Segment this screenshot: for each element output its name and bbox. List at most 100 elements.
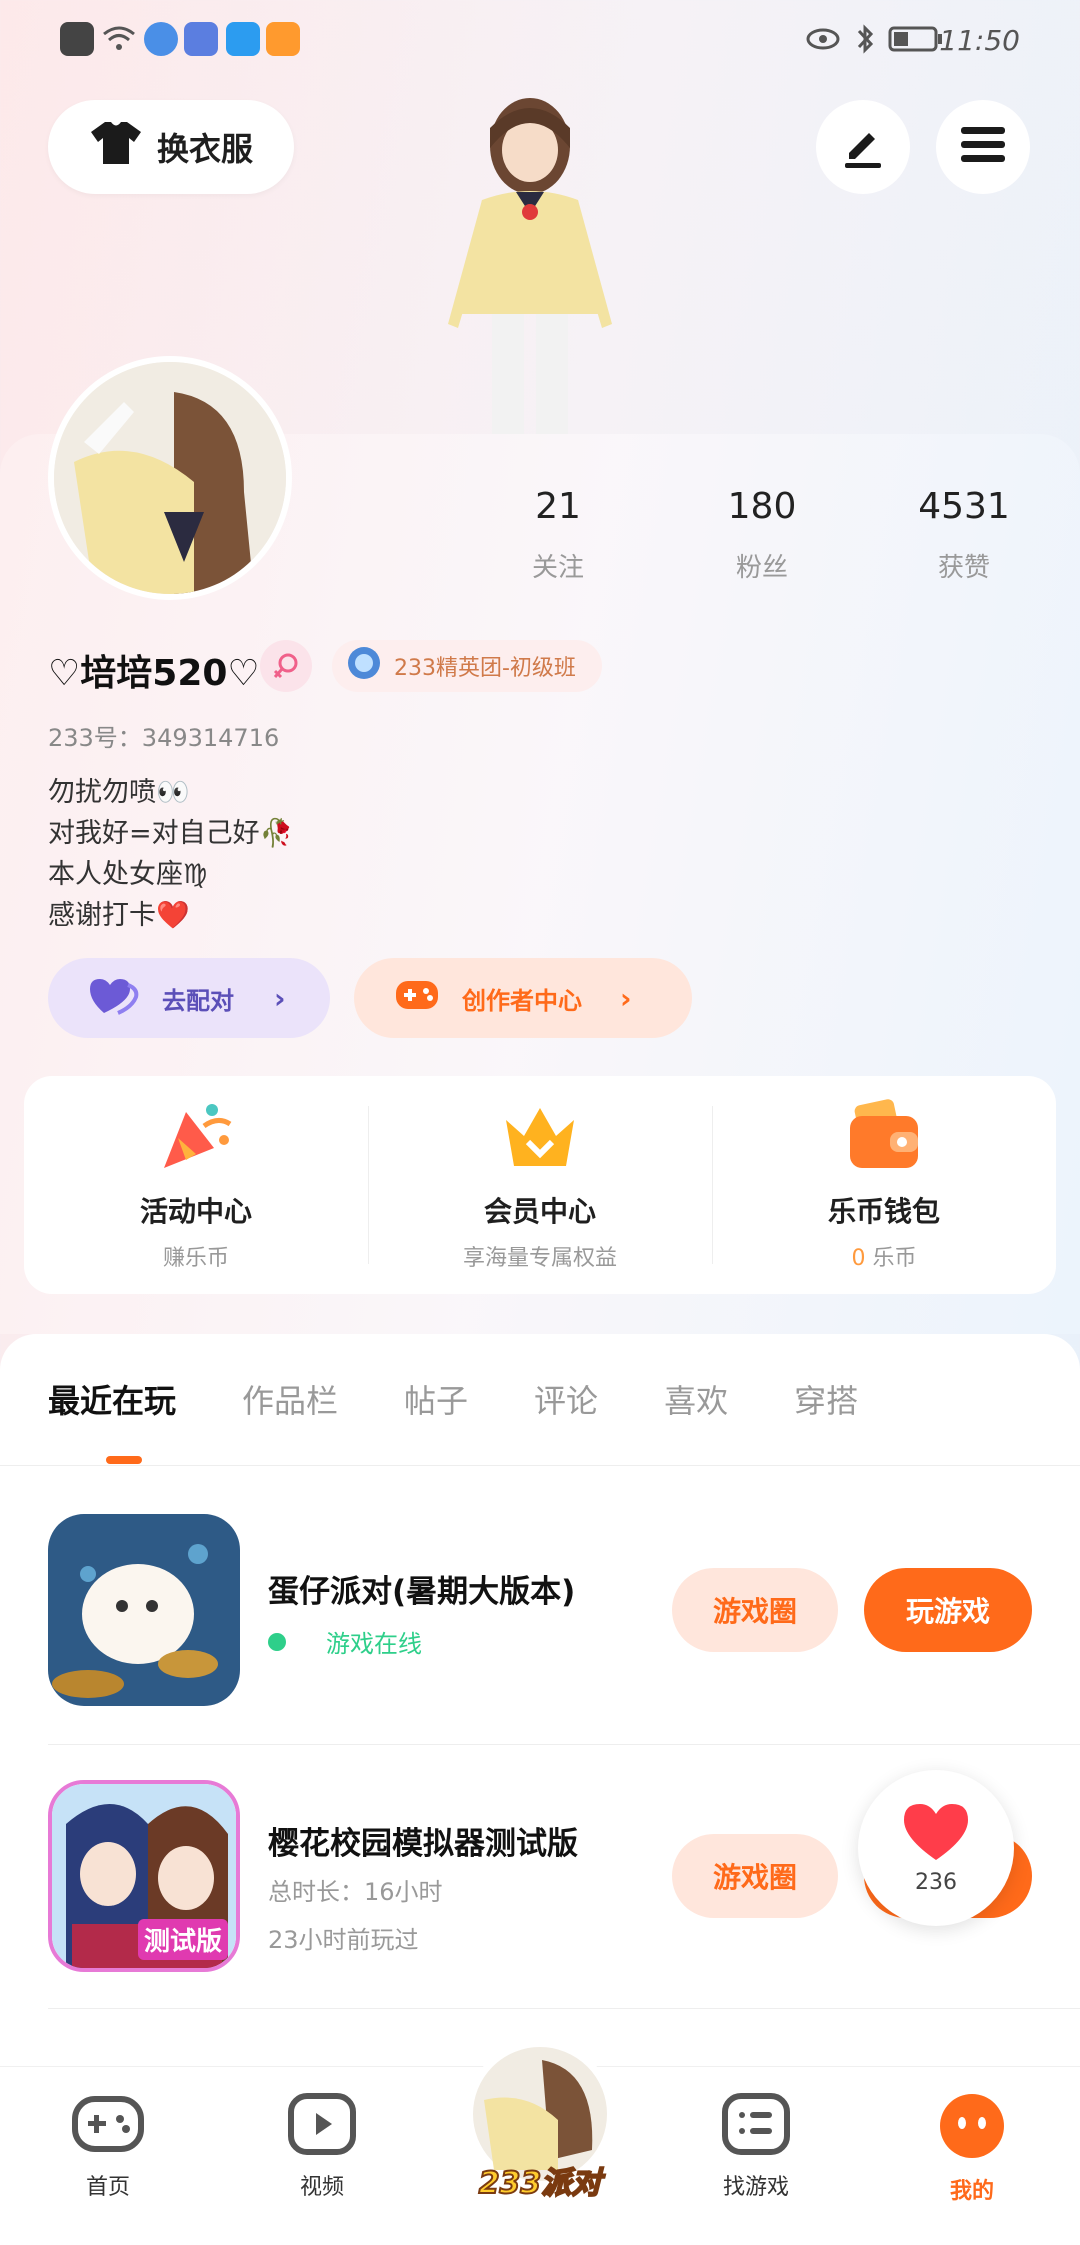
service-title: 活动中心 — [139, 1195, 252, 1228]
service-subtitle: 0 乐币 — [851, 1240, 916, 1272]
online-dot — [268, 1632, 286, 1651]
last-played: 23小时前玩过 — [268, 1926, 419, 1954]
game-icon: 测试版 — [48, 1780, 240, 1972]
eye-icon — [806, 22, 840, 56]
bluetooth-icon — [848, 22, 882, 56]
tab-recent-play[interactable]: 最近在玩 — [48, 1376, 176, 1422]
play-icon — [288, 2093, 356, 2159]
crown-icon — [500, 1098, 580, 1176]
active-tab-indicator — [106, 1456, 142, 1464]
heart-icon — [902, 1802, 970, 1866]
chevron-right-icon: › — [620, 981, 632, 1015]
stat-value: 180 — [727, 486, 797, 527]
nav-home[interactable]: 首页 — [48, 2093, 168, 2201]
tab-posts[interactable]: 帖子 — [404, 1376, 468, 1422]
coin-wallet[interactable]: 乐币钱包 0 乐币 — [712, 1076, 1056, 1294]
online-label: 游戏在线 — [326, 1630, 422, 1658]
play-game-button[interactable]: 玩游戏 — [864, 1568, 1032, 1652]
list-icon — [722, 2093, 790, 2159]
gamepad-icon — [72, 2093, 144, 2159]
divider — [0, 1465, 1080, 1466]
tab-comments[interactable]: 评论 — [534, 1376, 598, 1422]
game-name: 蛋仔派对(暑期大版本) — [268, 1574, 576, 1610]
badge-label: 233精英团-初级班 — [394, 656, 576, 681]
bio-line: 本人处女座♍ — [48, 859, 208, 890]
female-icon — [260, 640, 312, 692]
nav-label: 首页 — [85, 2175, 130, 2200]
edit-button[interactable] — [816, 100, 910, 194]
pair-button[interactable]: 去配对 › — [48, 958, 330, 1038]
menu-button[interactable] — [936, 100, 1030, 194]
service-title: 乐币钱包 — [827, 1195, 940, 1228]
pair-label: 去配对 — [162, 986, 234, 1015]
divider — [48, 1744, 1080, 1745]
nav-label: 视频 — [299, 2175, 344, 2200]
like-count: 236 — [915, 1869, 957, 1895]
bio-line: 对我好=对自己好🥀 — [48, 818, 294, 849]
stat-label: 粉丝 — [735, 553, 788, 583]
party-popper-icon — [156, 1098, 236, 1176]
service-subtitle: 赚乐币 — [162, 1246, 229, 1271]
tshirt-icon — [89, 119, 143, 175]
nav-video[interactable]: 视频 — [262, 2093, 382, 2201]
stat-value: 21 — [535, 486, 581, 527]
service-subtitle: 享海量专属权益 — [462, 1246, 617, 1271]
bio-line: 感谢打卡❤️ — [48, 900, 190, 931]
elite-group-badge[interactable]: 233精英团-初级班 — [332, 640, 602, 692]
medal-icon — [346, 645, 382, 687]
wifi-icon — [102, 22, 136, 56]
dress-up-label: 换衣服 — [156, 130, 253, 168]
stat-label: 关注 — [531, 553, 584, 583]
nav-find-games[interactable]: 找游戏 — [696, 2093, 816, 2201]
character-avatar-3d[interactable] — [420, 88, 640, 434]
game-row[interactable]: 蛋仔派对(暑期大版本) 游戏在线 游戏圈 玩游戏 — [48, 1514, 1080, 1708]
nav-center-party[interactable]: 233派对 — [466, 2040, 614, 2202]
tab-likes[interactable]: 喜欢 — [664, 1376, 728, 1422]
clock: 11:50 — [939, 24, 1020, 57]
battery-icon — [888, 22, 944, 56]
coin-unit: 乐币 — [872, 1246, 917, 1271]
stat-following[interactable]: 21 关注 — [478, 486, 638, 584]
alert-icon — [60, 22, 94, 56]
creator-label: 创作者中心 — [462, 986, 582, 1015]
wallet-icon — [844, 1098, 924, 1176]
menu-icon — [959, 123, 1007, 171]
profile-tabs: 最近在玩 作品栏 帖子 评论 喜欢 穿搭 — [48, 1376, 858, 1422]
like-bubble[interactable]: 236 — [858, 1770, 1014, 1926]
stat-label: 获赞 — [937, 553, 990, 583]
creator-center-button[interactable]: 创作者中心 › — [354, 958, 692, 1038]
user-id: 233号：349314716 — [48, 724, 280, 752]
user-bio: 勿扰勿喷👀 对我好=对自己好🥀 本人处女座♍ 感谢打卡❤️ — [48, 772, 293, 936]
stat-likes[interactable]: 4531 获赞 — [884, 486, 1044, 584]
status-bar: 11:50 — [0, 18, 1080, 64]
bio-line: 勿扰勿喷👀 — [48, 777, 190, 808]
stat-followers[interactable]: 180 粉丝 — [682, 486, 842, 584]
dress-up-button[interactable]: 换衣服 — [48, 100, 294, 194]
nav-mine[interactable]: 我的 — [912, 2093, 1032, 2205]
heart-pair-icon — [88, 975, 140, 1021]
music-icon — [184, 22, 218, 56]
tab-works[interactable]: 作品栏 — [242, 1376, 338, 1422]
member-center[interactable]: 会员中心 享海量专属权益 — [368, 1076, 712, 1294]
game-icon — [48, 1514, 240, 1706]
game-online-status: 游戏在线 — [268, 1624, 422, 1659]
coin-balance: 0 — [851, 1246, 866, 1271]
game-circle-button[interactable]: 游戏圈 — [672, 1834, 838, 1918]
activity-center[interactable]: 活动中心 赚乐币 — [24, 1076, 368, 1294]
party-logo-label: 233派对 — [478, 2165, 603, 2202]
stat-value: 4531 — [918, 486, 1010, 527]
app-icon-browser — [144, 22, 178, 56]
service-title: 会员中心 — [483, 1195, 596, 1228]
divider — [48, 2008, 1080, 2009]
user-name: ♡培培520♡ — [48, 653, 260, 694]
tab-outfits[interactable]: 穿搭 — [794, 1376, 858, 1422]
play-duration: 总时长：16小时 — [268, 1878, 443, 1906]
services-card: 活动中心 赚乐币 会员中心 享海量专属权益 乐币钱包 0 乐币 — [24, 1076, 1056, 1294]
user-avatar[interactable] — [48, 356, 292, 600]
game-circle-button[interactable]: 游戏圈 — [672, 1568, 838, 1652]
nav-label: 我的 — [949, 2179, 994, 2204]
gamepad-icon — [394, 977, 440, 1019]
video-app-icon — [266, 22, 300, 56]
nav-label: 找游戏 — [722, 2175, 789, 2200]
search-app-icon — [226, 22, 260, 56]
